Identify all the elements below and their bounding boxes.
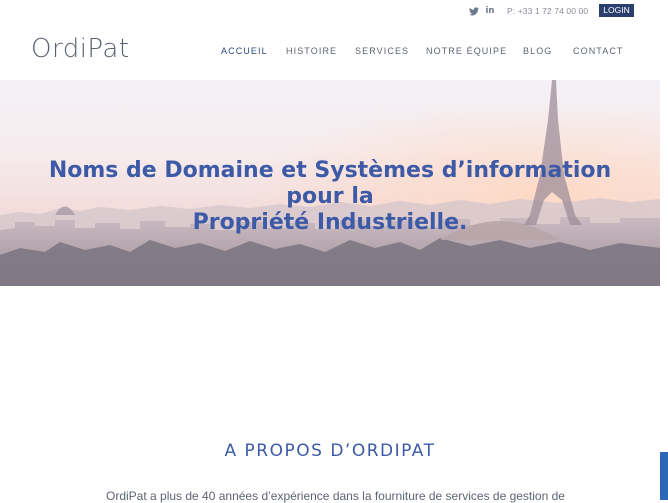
login-button[interactable]: LOGIN (599, 4, 634, 17)
twitter-icon[interactable] (467, 5, 481, 17)
hero-title: Noms de Domaine et Systèmes d’informatio… (40, 158, 620, 236)
phone-number: P: +33 1 72 74 00 00 (507, 6, 589, 16)
nav-item-services[interactable]: SERVICES (355, 46, 409, 58)
linkedin-icon[interactable]: in (483, 5, 497, 17)
about-section-text: OrdiPat a plus de 40 années d’expérience… (106, 489, 565, 503)
hero-title-line-1: Noms de Domaine et Systèmes d’informatio… (48, 158, 612, 209)
nav-item-notre-equipe[interactable]: NOTRE ÉQUIPE (426, 46, 507, 58)
floating-side-tab[interactable] (660, 452, 668, 500)
hero-title-line-2: Propriété Industrielle. (192, 210, 468, 235)
twitter-icon-svg (469, 6, 479, 15)
hero-banner: Noms de Domaine et Systèmes d’informatio… (0, 80, 660, 286)
nav-item-blog[interactable]: BLOG (523, 46, 552, 58)
logo[interactable]: OrdiPat (31, 34, 130, 64)
about-section-title: A PROPOS D’ORDIPAT (224, 441, 436, 461)
nav-item-accueil[interactable]: ACCUEIL (221, 46, 268, 58)
nav-item-histoire[interactable]: HISTOIRE (286, 46, 337, 58)
top-bar: in P: +33 1 72 74 00 00 LOGIN (0, 0, 668, 20)
nav-item-contact[interactable]: CONTACT (573, 46, 624, 58)
